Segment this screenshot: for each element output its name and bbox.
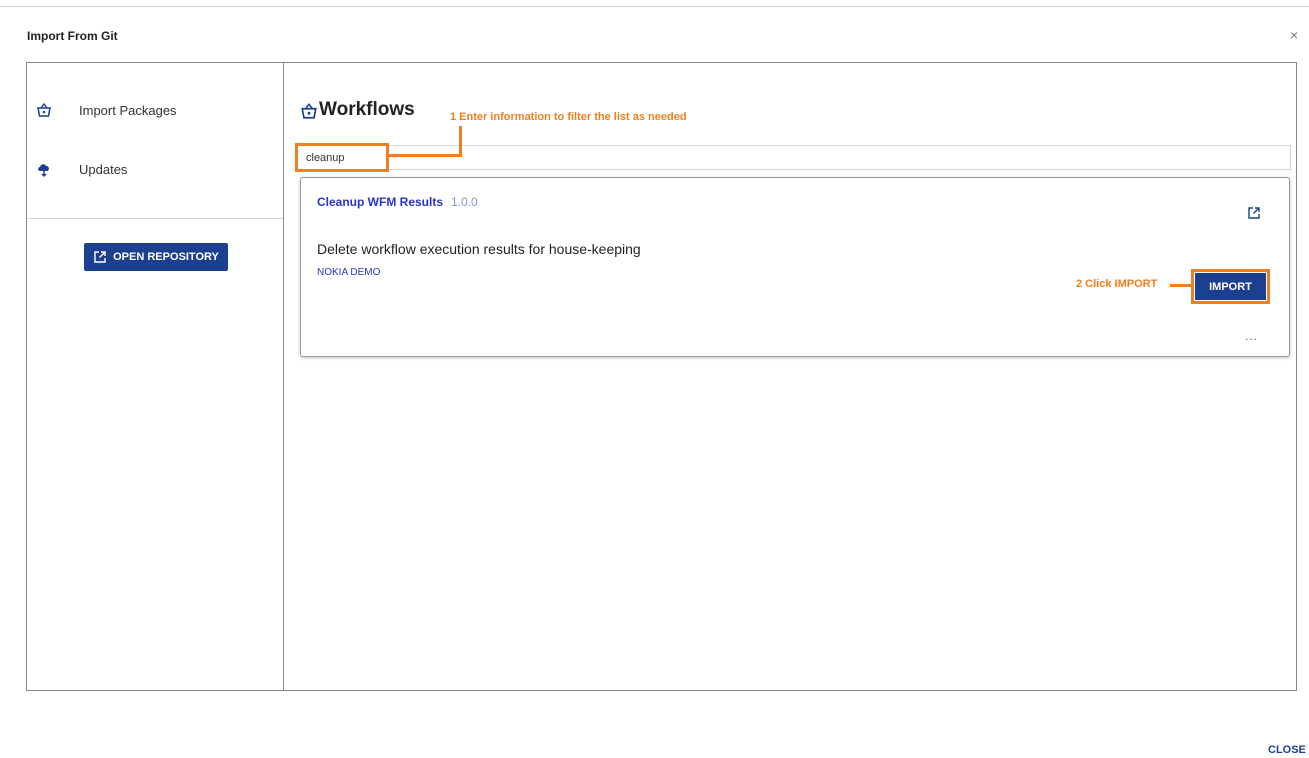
sidebar-item-label: Updates bbox=[79, 162, 128, 177]
search-highlight bbox=[295, 143, 389, 172]
workflow-card: Cleanup WFM Results 1.0.0 Delete workflo… bbox=[300, 177, 1290, 357]
dialog-title: Import From Git bbox=[27, 29, 118, 43]
annotation-step-1: 1 Enter information to filter the list a… bbox=[450, 111, 687, 123]
top-divider bbox=[0, 6, 1309, 7]
more-options-icon[interactable]: ... bbox=[1245, 329, 1258, 343]
workflow-title[interactable]: Cleanup WFM Results bbox=[317, 195, 443, 209]
external-link-icon[interactable] bbox=[1247, 206, 1261, 220]
workflow-tag: NOKIA DEMO bbox=[317, 267, 381, 278]
search-input[interactable] bbox=[297, 145, 1291, 170]
annotation-step-2: 2 Click IMPORT bbox=[1076, 278, 1158, 290]
sidebar-item-updates[interactable]: Updates bbox=[27, 154, 283, 184]
open-repository-label: OPEN REPOSITORY bbox=[113, 251, 219, 263]
sidebar-item-label: Import Packages bbox=[79, 103, 177, 118]
annotation-leader bbox=[1170, 284, 1192, 287]
section-title: Workflows bbox=[319, 99, 415, 120]
dialog-body: Import Packages Updates OPEN REPOSITORY bbox=[26, 62, 1297, 691]
workflow-version: 1.0.0 bbox=[451, 195, 478, 209]
cloud-download-icon bbox=[36, 161, 52, 177]
open-repository-button[interactable]: OPEN REPOSITORY bbox=[84, 243, 228, 271]
basket-icon bbox=[300, 102, 318, 120]
main-panel: Workflows 1 Enter information to filter … bbox=[285, 63, 1296, 690]
close-button[interactable]: CLOSE bbox=[1268, 744, 1306, 756]
sidebar: Import Packages Updates OPEN REPOSITORY bbox=[27, 63, 284, 690]
sidebar-divider bbox=[27, 218, 283, 219]
sidebar-item-import-packages[interactable]: Import Packages bbox=[27, 95, 283, 125]
annotation-leader bbox=[388, 154, 462, 157]
annotation-leader bbox=[459, 126, 462, 157]
close-icon[interactable]: × bbox=[1290, 28, 1298, 42]
import-highlight bbox=[1191, 269, 1270, 304]
workflow-description: Delete workflow execution results for ho… bbox=[317, 241, 641, 257]
external-link-icon bbox=[94, 251, 106, 263]
basket-icon bbox=[36, 102, 52, 118]
